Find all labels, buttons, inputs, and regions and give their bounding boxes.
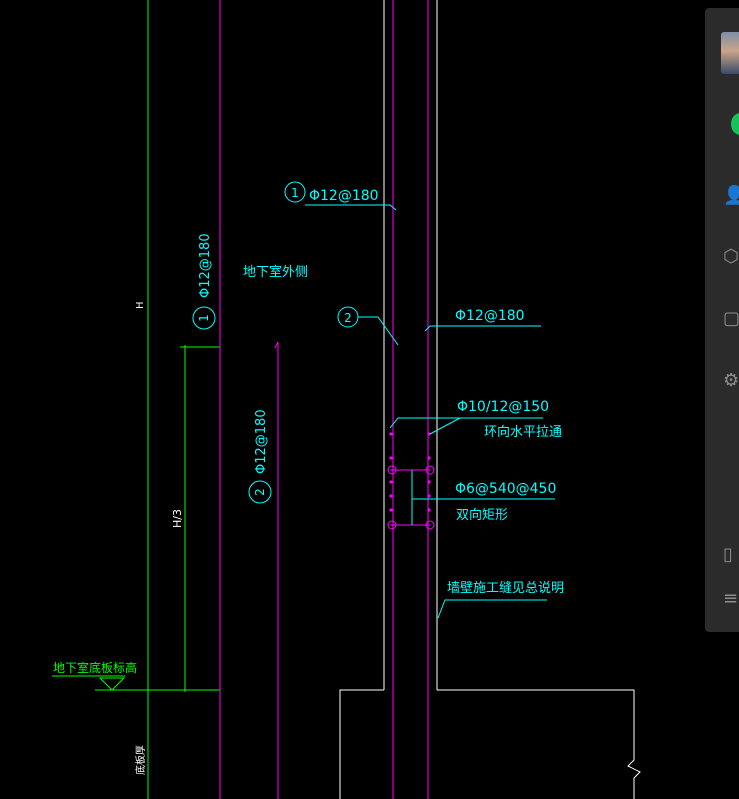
contacts-icon[interactable]: 👤 [723, 185, 739, 207]
leader-2 [358, 316, 399, 346]
leader-right [424, 325, 541, 332]
top-rebar-text: Φ12@180 [309, 188, 379, 204]
cad-drawing: 1 Φ12@180 2 Φ12@180 地下室外侧 Φ10/12@150 环向水… [52, 0, 641, 799]
slab-outline-right [437, 689, 641, 799]
exterior-side-text: 地下室外侧 [243, 264, 308, 280]
wall-joint-note-text: 墙壁施工缝见总说明 [447, 581, 564, 596]
menu-icon[interactable]: ≡ [723, 588, 739, 610]
ring-horizontal-text: 环向水平拉通 [484, 424, 562, 440]
vertical-marker-2-text: 2 [253, 488, 267, 496]
folder-icon[interactable]: ▢ [723, 308, 739, 330]
leader-top [305, 204, 397, 211]
two-way-rect-text: 双向矩形 [456, 507, 508, 523]
leader-joint [437, 599, 547, 619]
height-h-text: H [135, 301, 146, 309]
horizontal-bar-text: Φ10/12@150 [457, 399, 549, 415]
vertical-rebar-2-text: Φ12@180 [254, 409, 269, 474]
top-marker-text: 1 [291, 186, 299, 200]
chat-icon[interactable] [731, 113, 739, 135]
rebar-2-bent [274, 341, 279, 799]
marker-2-text: 2 [344, 311, 352, 325]
slab-outline-left [339, 689, 384, 799]
tie-bar-text: Φ6@540@450 [455, 481, 556, 497]
vertical-rebar-1-text: Φ12@180 [198, 233, 213, 298]
chat-sidebar: 👤 ⬡ ▢ ⚙ ▯ ≡ [705, 8, 739, 632]
vertical-marker-1-text: 1 [197, 314, 211, 322]
leader-horizontal-bar-2 [429, 417, 461, 435]
bottom-label-text: 底板厚 [134, 745, 147, 775]
right-rebar-text: Φ12@180 [455, 308, 525, 324]
level-triangle [98, 677, 126, 691]
avatar-icon[interactable] [721, 32, 739, 74]
box-icon[interactable]: ⬡ [723, 246, 739, 268]
height-h3-text: H/3 [171, 509, 184, 528]
floor-level-text: 地下室底板标高 [53, 660, 137, 675]
settings-icon[interactable]: ⚙ [723, 370, 739, 392]
phone-icon[interactable]: ▯ [723, 544, 739, 566]
